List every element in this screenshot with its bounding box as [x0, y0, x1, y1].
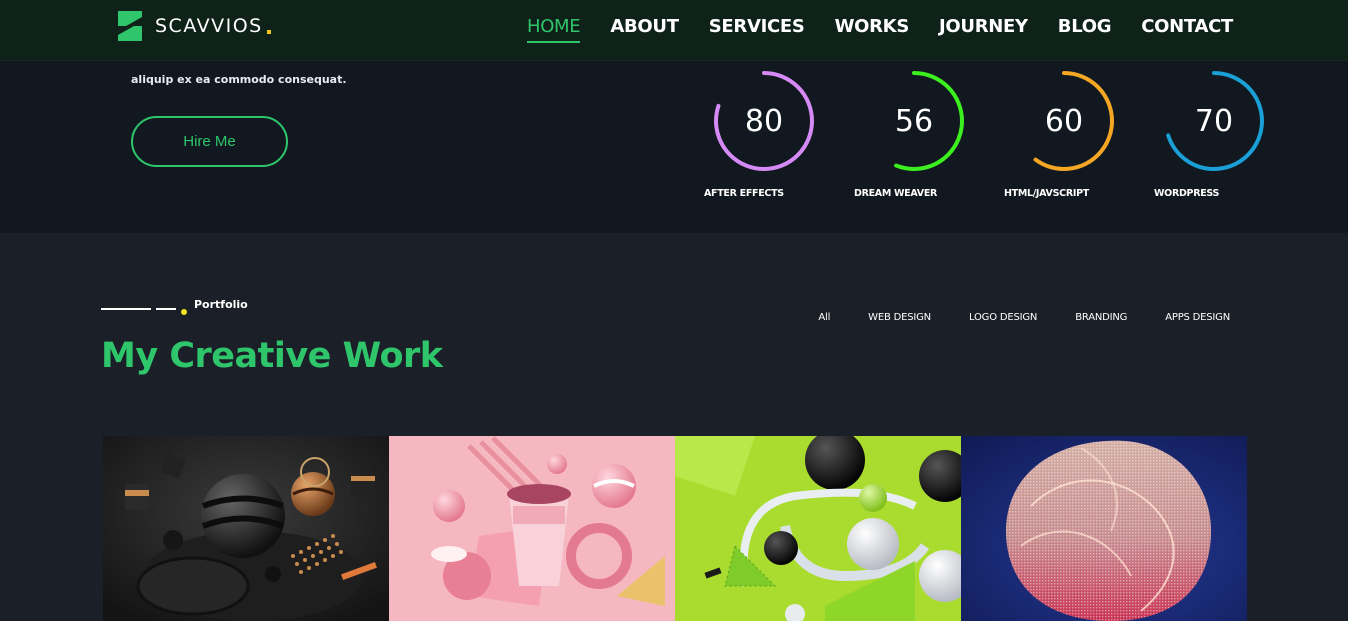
nav-services[interactable]: SERVICES: [709, 16, 805, 43]
eyebrow-line-short: [156, 307, 176, 310]
filter-apps-design[interactable]: APPS DESIGN: [1165, 312, 1230, 323]
eyebrow-dot: [181, 308, 187, 315]
skill-label: WORDPRESS: [1154, 188, 1220, 199]
site-header: SCAVVIOS HOME ABOUT SERVICES WORKS JOURN…: [0, 0, 1348, 61]
skill-value: 60: [1044, 103, 1084, 139]
logo-mark-icon: [118, 11, 142, 41]
nav-contact[interactable]: CONTACT: [1141, 16, 1233, 43]
skill-label: HTML/JAVSCRIPT: [1004, 188, 1089, 199]
section-title: My Creative Work: [101, 336, 443, 376]
filter-branding[interactable]: BRANDING: [1075, 312, 1127, 323]
portfolio-item-pink-3d[interactable]: [389, 436, 675, 621]
portfolio-eyebrow: Portfolio: [101, 298, 248, 315]
nav-journey[interactable]: JOURNEY: [939, 16, 1028, 43]
portfolio-gallery: [103, 436, 1247, 621]
eyebrow-line: [101, 307, 151, 310]
main-nav: HOME ABOUT SERVICES WORKS JOURNEY BLOG C…: [526, 16, 1233, 43]
nav-about[interactable]: ABOUT: [610, 16, 679, 43]
eyebrow-text: Portfolio: [194, 298, 248, 311]
nav-blog[interactable]: BLOG: [1058, 16, 1112, 43]
hero-text: aliquip ex ea commodo consequat.: [131, 73, 347, 86]
portfolio-item-dark-3d[interactable]: [103, 436, 389, 621]
filter-all[interactable]: All: [818, 312, 830, 323]
filter-web-design[interactable]: WEB DESIGN: [868, 312, 931, 323]
logo-text: SCAVVIOS: [155, 15, 263, 37]
portfolio-item-lime-3d[interactable]: [675, 436, 961, 621]
skill-value: 70: [1194, 103, 1234, 139]
portfolio-filters: All WEB DESIGN LOGO DESIGN BRANDING APPS…: [818, 312, 1230, 323]
particle-sphere-image: [961, 436, 1247, 621]
skill-label: DREAM WEAVER: [854, 188, 938, 199]
filter-logo-design[interactable]: LOGO DESIGN: [969, 312, 1037, 323]
nav-works[interactable]: WORKS: [835, 16, 910, 43]
hero-section: aliquip ex ea commodo consequat. Hire Me…: [0, 61, 1348, 233]
lime-3d-shapes-image: [675, 436, 961, 621]
skill-value: 56: [894, 103, 934, 139]
hire-me-button[interactable]: Hire Me: [131, 116, 288, 167]
logo-dot: [266, 30, 271, 34]
portfolio-item-particle-sphere[interactable]: [961, 436, 1247, 621]
pink-3d-cup-image: [389, 436, 675, 621]
dark-3d-shapes-image: [103, 436, 389, 621]
logo[interactable]: SCAVVIOS: [118, 10, 271, 42]
nav-home[interactable]: HOME: [526, 16, 581, 43]
skill-label: AFTER EFFECTS: [704, 188, 784, 199]
skill-value: 80: [744, 103, 784, 139]
